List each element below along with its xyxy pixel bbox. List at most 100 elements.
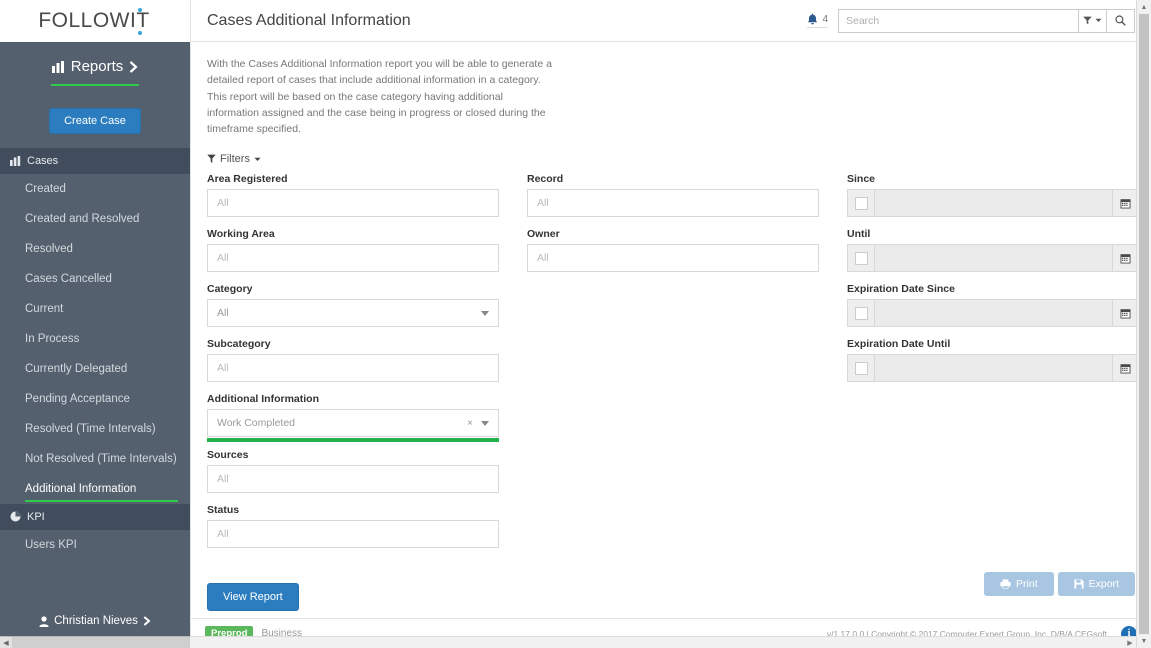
field-label: Record <box>527 173 564 186</box>
sidebar-item-resolved-time-intervals[interactable]: Resolved (Time Intervals) <box>0 414 190 444</box>
subcategory-input[interactable] <box>207 354 499 383</box>
page-horizontal-scrollbar[interactable]: ▶ <box>190 636 1136 648</box>
report-description: With the Cases Additional Information re… <box>207 58 552 136</box>
scroll-right-arrow-icon[interactable]: ▶ <box>1124 637 1136 648</box>
scroll-up-arrow-icon[interactable]: ▲ <box>1137 0 1151 14</box>
sidebar-horizontal-scrollbar[interactable]: ◀ <box>0 636 190 648</box>
search-icon <box>1115 15 1126 26</box>
until-date-field <box>847 244 1139 273</box>
field-owner: Owner <box>527 228 819 273</box>
filters-form: Area Registered Working Area Category Al… <box>207 173 1139 559</box>
topbar: Cases Additional Information 4 <box>191 0 1151 42</box>
field-record: Record <box>527 173 819 218</box>
search-filter-dropdown-button[interactable] <box>1079 8 1107 33</box>
field-label: Owner <box>527 228 560 241</box>
field-label: Until <box>847 228 871 241</box>
search-input[interactable] <box>838 8 1079 33</box>
field-label: Area Registered <box>207 173 288 186</box>
field-label: Status <box>207 504 240 517</box>
sidebar-item-created[interactable]: Created <box>0 174 190 204</box>
content-area: With the Cases Additional Information re… <box>191 42 1151 618</box>
brand-logo[interactable]: FOLLOWIT <box>0 0 190 42</box>
notifications-button[interactable]: 4 <box>807 13 828 28</box>
main-panel: Cases Additional Information 4 Search Wi… <box>190 0 1151 648</box>
print-button[interactable]: Print <box>984 572 1054 596</box>
filters-column-left: Area Registered Working Area Category Al… <box>207 173 499 559</box>
search-group <box>838 8 1135 33</box>
working-area-input[interactable] <box>207 244 499 273</box>
area-registered-input[interactable] <box>207 189 499 218</box>
field-until: Until <box>847 228 1139 273</box>
field-label: Sources <box>207 449 249 462</box>
scroll-down-arrow-icon[interactable]: ▼ <box>1137 634 1151 648</box>
chevron-down-icon <box>1095 18 1102 23</box>
filters-column-middle: Record Owner <box>527 173 819 283</box>
until-enable-checkbox[interactable] <box>847 244 875 273</box>
sidebar-item-resolved[interactable]: Resolved <box>0 234 190 264</box>
user-icon <box>39 615 49 627</box>
sidebar-item-created-and-resolved[interactable]: Created and Resolved <box>0 204 190 234</box>
page-vertical-scrollbar[interactable]: ▲ ▼ <box>1136 0 1151 648</box>
vertical-scroll-thumb[interactable] <box>1139 14 1149 634</box>
sidebar-item-currently-delegated[interactable]: Currently Delegated <box>0 354 190 384</box>
expiration-until-date-field <box>847 354 1139 383</box>
funnel-icon <box>207 154 216 164</box>
field-subcategory: Subcategory <box>207 338 499 383</box>
export-label: Export <box>1088 578 1119 590</box>
user-name: Christian Nieves <box>54 615 138 627</box>
reports-label: Reports <box>70 58 124 75</box>
page-title: Cases Additional Information <box>207 11 411 29</box>
sidebar-item-users-kpi[interactable]: Users KPI <box>0 530 190 560</box>
export-button[interactable]: Export <box>1057 572 1135 596</box>
status-input[interactable] <box>207 520 499 549</box>
sidebar-section-kpi[interactable]: KPI <box>0 503 190 530</box>
search-submit-button[interactable] <box>1107 8 1135 33</box>
notification-count: 4 <box>822 13 828 25</box>
sidebar-section-cases[interactable]: Cases <box>0 147 190 174</box>
expiration-until-enable-checkbox[interactable] <box>847 354 875 383</box>
caret-down-icon <box>481 310 489 316</box>
pie-chart-icon <box>10 511 21 522</box>
expiration-until-date-input[interactable] <box>875 354 1113 383</box>
filters-column-right: Since Until Expiration Date Since Expira… <box>847 173 1139 393</box>
sidebar-item-cases-cancelled[interactable]: Cases Cancelled <box>0 264 190 294</box>
field-label: Category <box>207 283 253 296</box>
user-menu[interactable]: Christian Nieves <box>0 606 190 636</box>
field-expiration-date-since: Expiration Date Since <box>847 283 1139 328</box>
printer-icon <box>1000 579 1011 589</box>
since-enable-checkbox[interactable] <box>847 189 875 218</box>
additional-information-select[interactable]: Work Completed × <box>207 409 499 438</box>
sidebar: FOLLOWIT Reports Create Case Cases Creat… <box>0 0 190 648</box>
owner-input[interactable] <box>527 244 819 273</box>
until-date-input[interactable] <box>875 244 1113 273</box>
sources-input[interactable] <box>207 465 499 494</box>
clear-selection-icon[interactable]: × <box>467 418 473 429</box>
field-status: Status <box>207 504 499 549</box>
sidebar-item-in-process[interactable]: In Process <box>0 324 190 354</box>
sidebar-item-not-resolved-time-intervals[interactable]: Not Resolved (Time Intervals) <box>0 444 190 474</box>
sidebar-item-additional-information[interactable]: Additional Information <box>0 474 190 504</box>
field-label: Expiration Date Since <box>847 283 955 296</box>
reports-nav-toggle[interactable]: Reports <box>51 58 139 75</box>
field-area-registered: Area Registered <box>207 173 499 218</box>
field-label: Since <box>847 173 876 186</box>
record-input[interactable] <box>527 189 819 218</box>
create-case-wrap: Create Case <box>0 98 190 148</box>
field-category: Category All <box>207 283 499 328</box>
category-select[interactable]: All <box>207 299 499 328</box>
filters-toggle[interactable]: Filters <box>207 153 261 165</box>
sidebar-item-pending-acceptance[interactable]: Pending Acceptance <box>0 384 190 414</box>
expiration-since-date-input[interactable] <box>875 299 1113 328</box>
field-expiration-date-until: Expiration Date Until <box>847 338 1139 383</box>
caret-down-icon <box>481 420 489 426</box>
sidebar-section-label: KPI <box>27 510 45 523</box>
field-sources: Sources <box>207 449 499 494</box>
field-label: Expiration Date Until <box>847 338 951 351</box>
create-case-button[interactable]: Create Case <box>49 107 141 134</box>
expiration-since-enable-checkbox[interactable] <box>847 299 875 328</box>
save-floppy-icon <box>1074 579 1084 589</box>
scroll-left-arrow-icon[interactable]: ◀ <box>0 636 12 648</box>
view-report-button[interactable]: View Report <box>207 583 299 612</box>
since-date-input[interactable] <box>875 189 1113 218</box>
sidebar-item-current[interactable]: Current <box>0 294 190 324</box>
